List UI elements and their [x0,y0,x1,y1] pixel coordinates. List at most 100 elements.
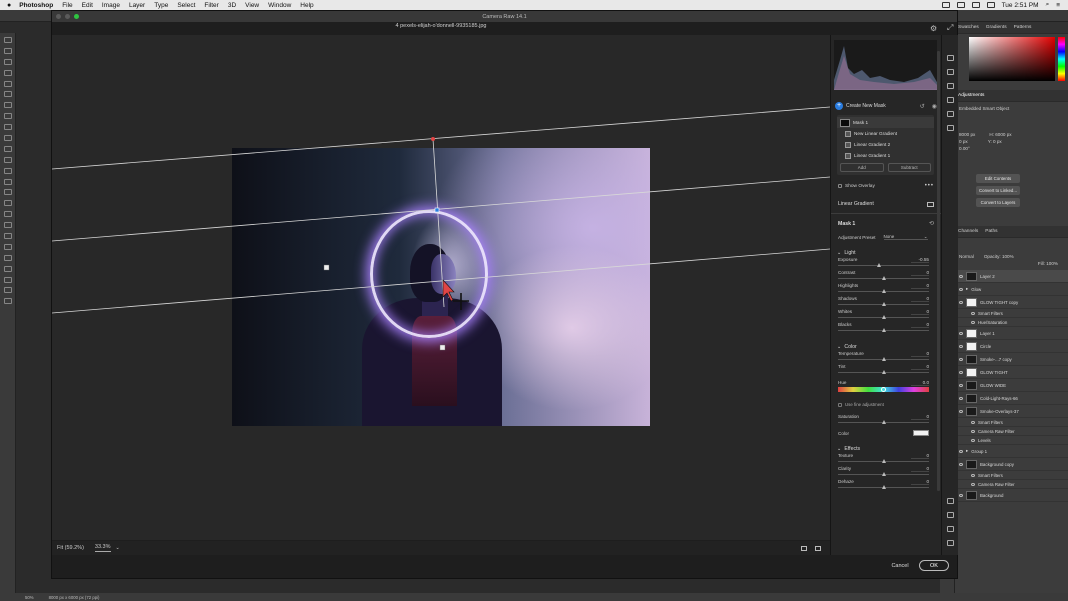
blur-tool-icon[interactable] [3,178,12,185]
menu-3d[interactable]: 3D [228,2,236,9]
tab-patterns[interactable]: Patterns [1014,25,1032,30]
presets-icon[interactable] [946,125,954,131]
cancel-button[interactable]: Cancel [882,561,918,571]
color-swatches-icon[interactable] [3,276,12,283]
eye-icon[interactable] [971,420,975,424]
mask-item[interactable]: New Linear Gradient [837,128,934,139]
shape-tool-icon[interactable] [3,233,12,240]
slider-thumb[interactable] [881,302,886,306]
undo-icon[interactable]: ↺ [920,103,925,110]
pin-handle[interactable] [439,344,446,351]
eye-icon[interactable] [971,429,975,433]
slider-track[interactable] [838,265,929,266]
layer-effect-row[interactable]: Camera Raw Filter [955,427,1068,437]
menu-edit[interactable]: Edit [82,2,93,9]
add-mask-button[interactable]: Add [840,163,884,172]
eye-icon[interactable] [959,493,963,497]
tab-channels[interactable]: Channels [958,229,978,234]
menu-help[interactable]: Help [300,2,313,9]
mask-item[interactable]: Mask 1 [837,117,934,128]
slider-value[interactable]: 0 [911,479,929,485]
redeye-icon[interactable] [946,111,954,117]
mask-item[interactable]: Linear Gradient 2 [837,139,934,150]
zoom-tool-icon[interactable] [3,254,12,261]
eye-icon[interactable] [959,396,963,400]
x-value[interactable]: 0 px [959,139,968,144]
image-canvas[interactable] [52,35,830,540]
layer-effect-row[interactable]: Levels [955,436,1068,446]
status-icon[interactable] [956,2,965,8]
y-value[interactable]: Y: 0 px [988,139,1002,144]
create-new-mask-button[interactable]: Create New Mask [846,103,886,109]
slider-value[interactable]: 0 [911,270,929,276]
eye-icon[interactable] [959,462,963,466]
eye-icon[interactable] [959,331,963,335]
stamp-tool-icon[interactable] [3,135,12,142]
eye-icon[interactable] [959,357,963,361]
menu-layer[interactable]: Layer [129,2,145,9]
wifi-icon[interactable] [971,2,980,8]
gradient-rotate-handle[interactable] [431,137,435,141]
eye-icon[interactable] [959,287,963,291]
layer-row[interactable]: Background copy [955,458,1068,472]
eyedropper-icon[interactable] [3,102,12,109]
slider-value[interactable]: -0.55 [911,257,929,263]
hand-tool-icon[interactable] [3,243,12,250]
layer-row[interactable]: Layer 1 [955,327,1068,341]
clock[interactable]: Tue 2:51 PM [1002,2,1039,9]
convert-linked-button[interactable]: Convert to Linked... [976,185,1020,195]
app-menu[interactable]: Photoshop [19,2,53,9]
tab-gradients[interactable]: Gradients [986,25,1007,30]
tab-swatches[interactable]: Swatches [958,25,979,30]
apple-icon[interactable]: ● [7,2,11,9]
eye-icon[interactable] [971,438,975,442]
hue-bar[interactable] [1058,37,1065,81]
eraser-icon[interactable] [3,156,12,163]
height-value[interactable]: H: 6000 px [989,132,1011,137]
zoom-fit-button[interactable]: Fit (59.2%) [57,545,84,551]
layer-row[interactable]: GLOW WIDE [955,379,1068,393]
layer-group-row[interactable]: ▸ Glow [955,283,1068,297]
layer-row[interactable]: Background [955,489,1068,503]
layer-effect-row[interactable]: Camera Raw Filter [955,480,1068,490]
gradient-line-mid[interactable] [52,176,830,242]
menu-image[interactable]: Image [102,2,120,9]
layer-effect-row[interactable]: Smart Filters [955,309,1068,319]
eye-icon[interactable] [959,409,963,413]
crop-icon[interactable] [946,69,954,75]
chevron-down-icon[interactable]: ⌄ [116,545,120,551]
menu-select[interactable]: Select [177,2,195,9]
layer-row[interactable]: GLOW TIGHT copy [955,296,1068,310]
slider-value[interactable]: 0 [911,364,929,370]
lasso-tool-icon[interactable] [3,58,12,65]
slider-value[interactable]: 0 [911,309,929,315]
frame-tool-icon[interactable] [3,91,12,98]
gradient-tool-icon[interactable] [3,167,12,174]
brush-tool-icon[interactable] [3,124,12,131]
filmstrip-icon[interactable] [801,545,807,551]
path-select-icon[interactable] [3,222,12,229]
masking-icon[interactable] [946,97,954,103]
quick-mask-icon[interactable] [3,287,12,294]
eye-icon[interactable] [959,300,963,304]
eye-icon[interactable] [971,473,975,477]
layer-group-row[interactable]: ▸ Group 1 [955,445,1068,459]
status-icon[interactable] [941,2,950,8]
saturation-thumb[interactable] [881,420,886,424]
slider-thumb[interactable] [881,370,886,374]
layer-effect-row[interactable]: Smart Filters [955,471,1068,481]
fine-adjustment-checkbox[interactable] [838,402,842,407]
menu-extras-icon[interactable]: ≡ [1056,2,1060,9]
blend-mode-select[interactable]: Normal [959,254,974,259]
fill-field[interactable]: Fill: 100% [955,260,1068,267]
subtract-mask-button[interactable]: Subtract [887,163,931,172]
crop-tool-icon[interactable] [3,80,12,87]
eye-icon[interactable] [959,449,963,453]
hand-icon[interactable] [946,512,954,518]
edit-contents-button[interactable]: Edit Contents [976,173,1020,183]
slider-thumb[interactable] [881,289,886,293]
layer-row[interactable]: Cold-Light-Rays-66 [955,392,1068,406]
slider-value[interactable]: 0 [911,466,929,472]
move-tool-icon[interactable] [3,37,12,43]
zoom-icon[interactable] [946,498,954,504]
